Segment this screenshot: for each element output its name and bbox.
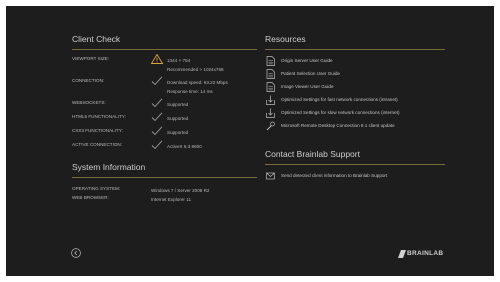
check-value: Supported <box>167 102 189 107</box>
resource-link[interactable]: Microsoft Remote Desktop Connection 8.1 … <box>265 120 445 133</box>
send-support-info-link[interactable]: Send detected client information to Brai… <box>265 170 445 183</box>
right-column: Resources Origin Server User Guide Patie… <box>265 34 445 183</box>
resource-link[interactable]: Origin Server User Guide <box>265 55 445 68</box>
system-row-browser: WEB BROWSER: Internet Explorer 11 <box>72 195 257 204</box>
check-label: CONNECTION: <box>72 78 105 83</box>
brainlab-logo: BRAINLAB <box>398 249 448 259</box>
check-label: VIEWPORT SIZE: <box>72 56 110 61</box>
resource-label: Origin Server User Guide <box>281 58 333 63</box>
client-check-title: Client Check <box>72 34 257 50</box>
check-value: 1344 × 754 Recommended > 1024x768 <box>167 56 224 74</box>
check-row-viewport: VIEWPORT SIZE: 1344 × 754 Recommended > … <box>72 54 257 78</box>
download-speed: Download speed: 63.22 Mbps <box>167 80 228 85</box>
wrench-icon <box>266 121 275 131</box>
check-row-css3: CSS3 FUNCTIONALITY: Supported <box>72 126 257 142</box>
viewport-recommendation: Recommended > 1024x768 <box>167 67 224 72</box>
system-value: Windows 7 / Server 2008 R2 <box>151 188 210 193</box>
checkmark-icon <box>151 98 163 108</box>
check-value: ActiveX 6.3.9600 <box>167 144 202 149</box>
envelope-icon <box>266 172 275 180</box>
check-label: HTML5 FUNCTIONALITY: <box>72 114 126 119</box>
check-label: ACTIVE CONNECTION: <box>72 142 123 147</box>
resource-link[interactable]: Image Viewer User Guide <box>265 81 445 94</box>
check-value: Supported <box>167 116 189 121</box>
download-icon <box>266 95 275 105</box>
resources-title: Resources <box>265 34 445 50</box>
download-icon <box>266 108 275 118</box>
check-row-html5: HTML5 FUNCTIONALITY: Supported <box>72 112 257 128</box>
client-check-screen: Client Check VIEWPORT SIZE: 1344 × 754 R… <box>6 6 494 276</box>
document-icon <box>266 82 275 92</box>
brainlab-logo-mark-icon <box>398 250 406 258</box>
check-row-active-connection: ACTIVE CONNECTION: ActiveX 6.3.9600 <box>72 140 257 162</box>
left-column: Client Check VIEWPORT SIZE: 1344 × 754 R… <box>72 34 257 204</box>
logo-text: BRAINLAB <box>407 250 444 257</box>
system-label: OPERATING SYSTEM: <box>72 186 121 191</box>
checkmark-icon <box>151 76 163 86</box>
check-label: CSS3 FUNCTIONALITY: <box>72 128 123 133</box>
check-value: Supported <box>167 130 189 135</box>
system-value: Internet Explorer 11 <box>151 197 192 202</box>
check-row-connection: CONNECTION: Download speed: 63.22 Mbps R… <box>72 76 257 100</box>
warning-icon <box>151 54 163 64</box>
check-value: Download speed: 63.22 Mbps Response time… <box>167 78 228 96</box>
checkmark-icon <box>151 140 163 150</box>
system-row-os: OPERATING SYSTEM: Windows 7 / Server 200… <box>72 186 257 195</box>
resource-label: Optimized Settings for fast network conn… <box>281 97 398 102</box>
check-row-websockets: WEBSOCKETS: Supported <box>72 98 257 114</box>
check-label: WEBSOCKETS: <box>72 100 106 105</box>
system-information-title: System Information <box>72 162 257 178</box>
viewport-size-value: 1344 × 754 <box>167 58 191 63</box>
resource-link[interactable]: Patient Selection User Guide <box>265 68 445 81</box>
system-label: WEB BROWSER: <box>72 195 109 200</box>
resource-link[interactable]: Optimized Settings for slow network conn… <box>265 107 445 120</box>
resource-label: Patient Selection User Guide <box>281 71 340 76</box>
contact-support-title: Contact Brainlab Support <box>265 149 445 165</box>
resource-label: Microsoft Remote Desktop Connection 8.1 … <box>281 123 395 128</box>
resource-label: Optimized Settings for slow network conn… <box>281 110 400 115</box>
document-icon <box>266 69 275 79</box>
support-label: Send detected client information to Brai… <box>281 173 388 178</box>
resource-link[interactable]: Optimized Settings for fast network conn… <box>265 94 445 107</box>
checkmark-icon <box>151 112 163 122</box>
resource-label: Image Viewer User Guide <box>281 84 334 89</box>
document-icon <box>266 56 275 66</box>
checkmark-icon <box>151 126 163 136</box>
response-time: Response time: 14 ms <box>167 89 213 94</box>
back-arrow-icon[interactable] <box>71 248 81 258</box>
